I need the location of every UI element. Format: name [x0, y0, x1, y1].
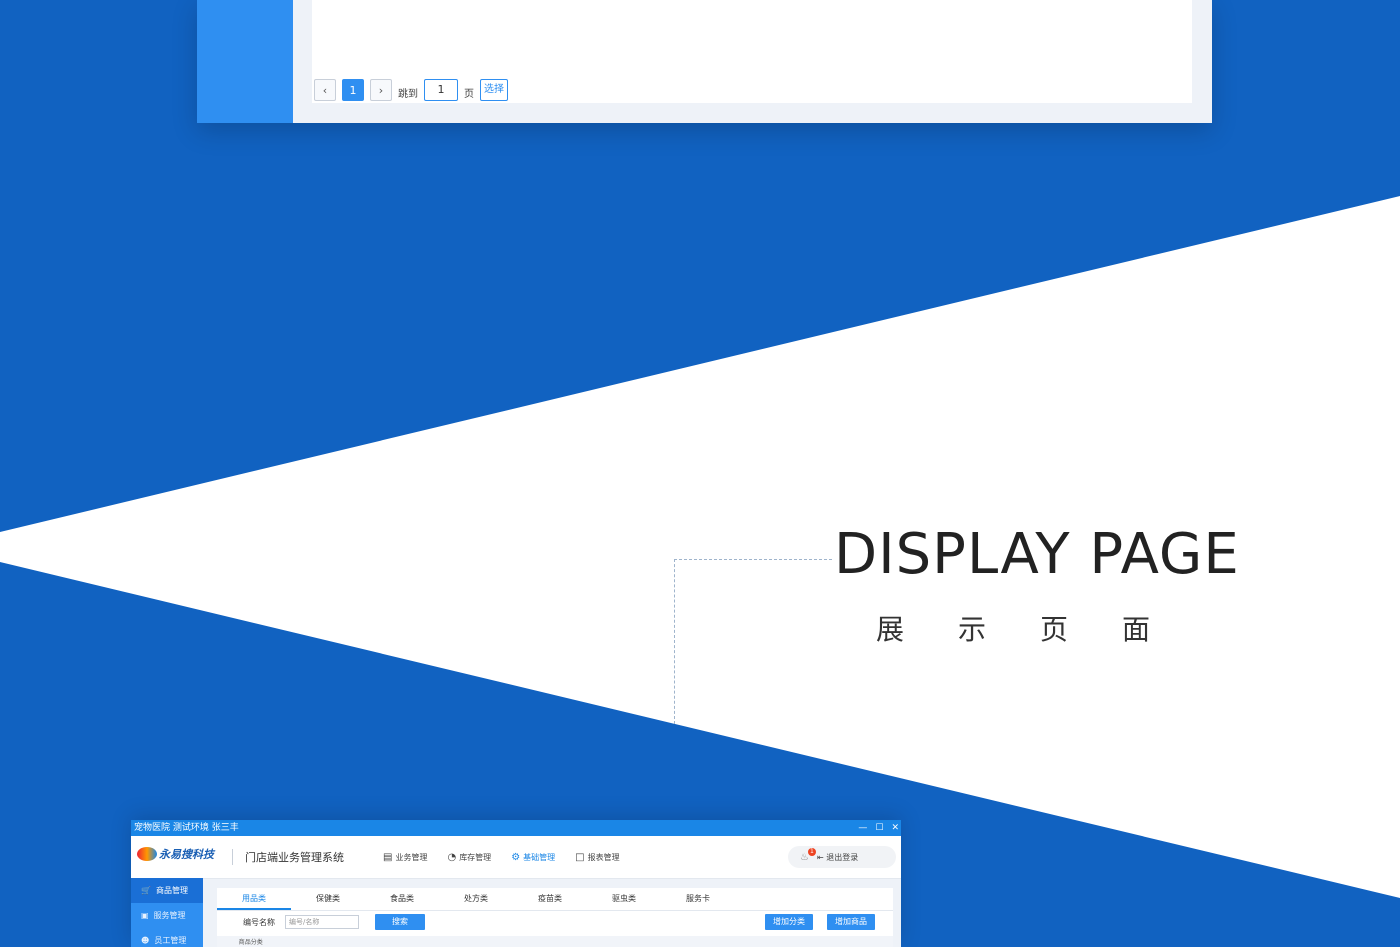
tab-health[interactable]: 保健类	[291, 888, 365, 910]
chevron-left-icon: ‹	[322, 83, 328, 97]
sidebar-item-label: 员工管理	[154, 936, 187, 945]
search-button[interactable]: 搜索	[375, 914, 425, 930]
add-category-button[interactable]: 增加分类	[765, 914, 813, 930]
table-header-cell: 商品分类	[238, 939, 263, 946]
search-input[interactable]: 编号/名称	[285, 915, 359, 929]
pie-chart-icon: ◔	[447, 852, 457, 863]
header-divider	[232, 849, 233, 865]
logout-label: 退出登录	[826, 852, 859, 862]
top-sidebar	[197, 0, 293, 123]
window-titlebar: 宠物医院 测试环境 张三丰 — ☐ ✕	[131, 820, 901, 836]
table-header-cell	[555, 936, 623, 947]
app-screenshot: 宠物医院 测试环境 张三丰 — ☐ ✕ 永易搜科技 门店端业务管理系统 ▤ 业务…	[131, 820, 901, 947]
notification-button[interactable]: ♨ 1	[800, 847, 816, 863]
prev-page-button[interactable]: ‹	[314, 79, 336, 101]
table-header-cell	[758, 936, 826, 947]
goto-page-input[interactable]: 1	[424, 79, 458, 101]
logout-button[interactable]: ⇤ 退出登录	[817, 852, 858, 863]
nav-item-label: 库存管理	[459, 853, 492, 862]
top-nav: ▤ 业务管理 ◔ 库存管理 ⚙ 基础管理 □ 报表管理	[383, 852, 620, 863]
sidebar-item-products[interactable]: 🛒 商品管理	[131, 878, 203, 903]
category-tabs: 用品类 保健类 食品类 处方类 疫苗类 驱虫类 服务卡	[217, 888, 893, 911]
dashed-connector-horizontal	[674, 559, 832, 560]
nav-item-label: 基础管理	[523, 853, 556, 862]
gear-icon: ⚙	[511, 852, 521, 863]
sidebar-item-label: 服务管理	[153, 911, 186, 920]
app-main: 用品类 保健类 食品类 处方类 疫苗类 驱虫类 服务卡 编号名称 编号/名称 搜…	[217, 888, 893, 947]
tab-vaccine[interactable]: 疫苗类	[513, 888, 587, 910]
tab-food[interactable]: 食品类	[365, 888, 439, 910]
page-number-button[interactable]: 1	[342, 79, 364, 101]
nav-item-label: 报表管理	[587, 853, 620, 862]
nav-item-label: 业务管理	[395, 853, 428, 862]
add-product-button[interactable]: 增加商品	[827, 914, 875, 930]
hero-subtitle: 展示页面	[876, 613, 1205, 646]
table-header-cell	[420, 936, 488, 947]
table-header-cell	[825, 936, 893, 947]
user-actions: ♨ 1 ⇤ 退出登录	[788, 846, 896, 868]
background-white-wedge	[0, 196, 1400, 898]
top-screenshot-panel: ‹ 1 › 跳到 1 页 选择	[197, 0, 1212, 123]
logo: 永易搜科技	[137, 846, 214, 862]
minimize-button[interactable]: —	[858, 820, 867, 836]
user-icon: ☻	[141, 936, 150, 945]
app-sidebar: 🛒 商品管理 ▣ 服务管理 ☻ 员工管理	[131, 878, 203, 947]
maximize-button[interactable]: ☐	[875, 820, 883, 836]
briefcase-icon: ▤	[383, 852, 393, 863]
filter-row: 编号名称 编号/名称 搜索 增加分类 增加商品	[217, 912, 893, 932]
window-controls: — ☐ ✕	[858, 820, 899, 836]
tab-service-card[interactable]: 服务卡	[661, 888, 735, 910]
goto-label: 跳到	[398, 88, 418, 100]
window-title: 宠物医院 测试环境 张三丰	[134, 823, 239, 833]
nav-item-business[interactable]: ▤ 业务管理	[383, 852, 427, 863]
bag-icon: ▣	[141, 911, 149, 920]
next-page-button[interactable]: ›	[370, 79, 392, 101]
close-button[interactable]: ✕	[891, 820, 899, 836]
table-header-cell	[285, 936, 353, 947]
nav-item-inventory[interactable]: ◔ 库存管理	[447, 852, 491, 863]
nav-item-basic[interactable]: ⚙ 基础管理	[511, 852, 555, 863]
notification-badge: 1	[807, 847, 816, 856]
table-header: 商品分类	[217, 936, 893, 947]
sidebar-item-staff[interactable]: ☻ 员工管理	[131, 928, 203, 947]
tab-prescription[interactable]: 处方类	[439, 888, 513, 910]
table-header-cell	[623, 936, 691, 947]
table-header-cell	[487, 936, 555, 947]
dashed-connector-vertical	[674, 559, 675, 724]
app-header: 永易搜科技 门店端业务管理系统 ▤ 业务管理 ◔ 库存管理 ⚙ 基础管理 □ 报…	[131, 836, 901, 879]
tab-supplies[interactable]: 用品类	[217, 888, 291, 910]
chevron-right-icon: ›	[378, 83, 384, 97]
page-unit-label: 页	[464, 88, 474, 100]
nav-item-reports[interactable]: □ 报表管理	[575, 852, 619, 863]
goto-confirm-button[interactable]: 选择	[480, 79, 508, 101]
tab-deworming[interactable]: 驱虫类	[587, 888, 661, 910]
logo-mark-icon	[137, 847, 157, 861]
sidebar-item-label: 商品管理	[155, 886, 188, 895]
hero-title: DISPLAY PAGE	[834, 522, 1240, 587]
filter-label: 编号名称	[243, 917, 275, 927]
system-title: 门店端业务管理系统	[245, 851, 344, 864]
sidebar-item-services[interactable]: ▣ 服务管理	[131, 903, 203, 928]
logout-icon: ⇤	[816, 852, 824, 862]
logo-text: 永易搜科技	[159, 848, 214, 861]
pagination: ‹ 1 › 跳到 1 页 选择	[314, 78, 508, 102]
document-icon: □	[575, 852, 585, 863]
table-header-cell	[352, 936, 420, 947]
cart-icon: 🛒	[141, 886, 151, 895]
table-header-cell	[690, 936, 758, 947]
